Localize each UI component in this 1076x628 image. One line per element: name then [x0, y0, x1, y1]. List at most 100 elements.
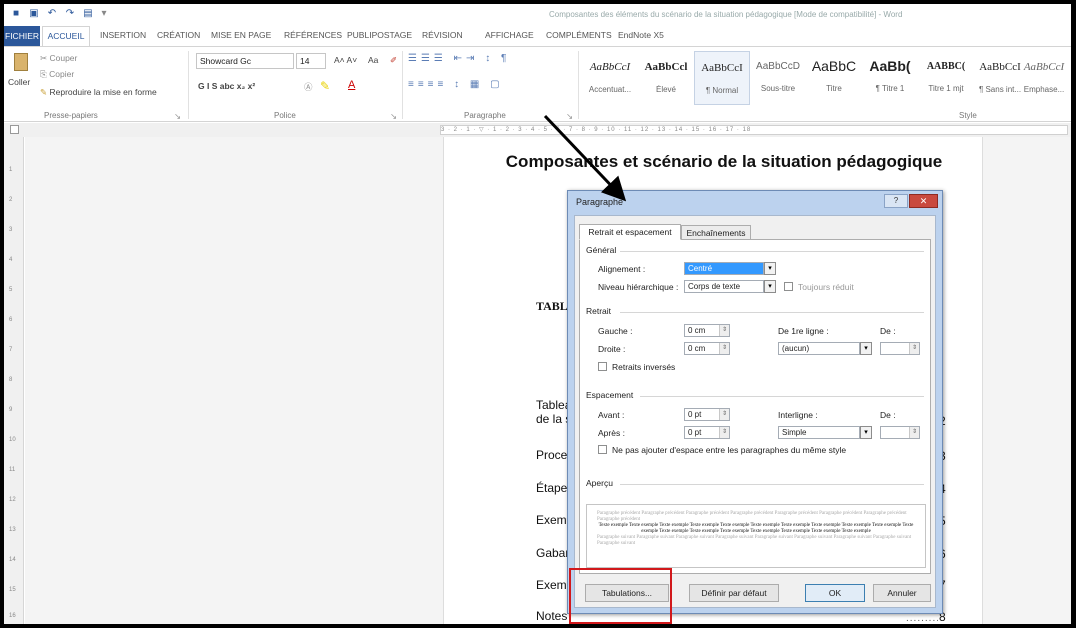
- style-sample: AaBbCcI: [589, 61, 631, 73]
- right-indent-field[interactable]: 0 cm ⇕: [684, 342, 730, 355]
- style-tile[interactable]: AABBC(Titre 1 mjt: [918, 51, 974, 105]
- tab-creation[interactable]: CRÉATION: [157, 30, 200, 40]
- toc-entry-text: Notes: [536, 609, 568, 623]
- chevron-down-icon[interactable]: ▾: [860, 426, 872, 439]
- alignment-value: Centré: [688, 264, 713, 273]
- set-default-button[interactable]: Définir par défaut: [689, 584, 779, 602]
- outline-level-select[interactable]: Corps de texte: [684, 280, 764, 293]
- group-label-styles: Style: [959, 111, 977, 120]
- help-button[interactable]: ?: [884, 194, 908, 208]
- spinner-icon[interactable]: ⇕: [909, 343, 919, 354]
- vruler-number: 16: [9, 613, 16, 619]
- horizontal-ruler[interactable]: 3 · 2 · 1 · ▽ · 1 · 2 · 3 · 4 · 5 · 6 · …: [4, 123, 1071, 137]
- font-size-field[interactable]: 14: [296, 53, 326, 69]
- space-before-field[interactable]: 0 pt ⇕: [684, 408, 730, 421]
- collapsed-checkbox[interactable]: [784, 282, 793, 291]
- line-spacing-at-field[interactable]: ⇕: [880, 426, 920, 439]
- document-heading: Composantes et scénario de la situation …: [505, 152, 943, 171]
- tab-publipostage[interactable]: PUBLIPOSTAGE: [347, 30, 412, 40]
- font-format-buttons[interactable]: G I S abc x₂ x²: [198, 81, 255, 91]
- text-effects-icon[interactable]: Ⓐ: [304, 81, 313, 93]
- style-tile[interactable]: AaBbCcI Accentuat...: [582, 51, 638, 105]
- word-logo-icon: ■: [12, 8, 20, 19]
- style-tile[interactable]: AaBbC Titre: [806, 51, 862, 105]
- paragraph-launcher-icon[interactable]: ↘: [566, 111, 573, 122]
- font-launcher-icon[interactable]: ↘: [390, 111, 397, 122]
- redo-icon[interactable]: ↷: [64, 8, 76, 20]
- chevron-down-icon[interactable]: ▾: [764, 262, 776, 275]
- section-espacement: Espacement: [586, 390, 634, 400]
- style-tile[interactable]: AaBbCcl Élevé: [638, 51, 694, 105]
- line-spacing-select[interactable]: Simple: [778, 426, 860, 439]
- tab-enchainements[interactable]: Enchaînements: [681, 225, 751, 240]
- spinner-icon[interactable]: ⇕: [719, 409, 729, 420]
- clear-format-icon[interactable]: ✐: [390, 55, 397, 66]
- font-name-field[interactable]: Showcard Gc: [196, 53, 294, 69]
- first-line-select[interactable]: (aucun): [778, 342, 860, 355]
- style-name: Emphase...: [1023, 85, 1065, 94]
- format-painter-button[interactable]: ✎ Reproduire la mise en forme: [40, 87, 157, 98]
- customize-qat-icon[interactable]: ▾: [98, 8, 110, 20]
- section-divider: [620, 251, 924, 252]
- vruler-number: 1: [9, 167, 13, 173]
- alignment-select[interactable]: Centré: [684, 262, 764, 275]
- dialog-body: Retrait et espacement Enchaînements Géné…: [574, 215, 936, 608]
- vruler-number: 4: [9, 257, 13, 263]
- cut-button[interactable]: ✂ Couper: [40, 53, 77, 64]
- undo-icon[interactable]: ↶: [46, 8, 58, 20]
- clipboard-launcher-icon[interactable]: ↘: [174, 111, 181, 122]
- group-separator: [578, 51, 579, 119]
- style-name: Titre: [826, 84, 842, 93]
- close-button[interactable]: ✕: [909, 194, 938, 208]
- section-divider: [620, 312, 924, 313]
- style-tile[interactable]: AaBbCcI Emphase...: [1018, 51, 1070, 105]
- highlight-icon[interactable]: ✎: [320, 79, 330, 93]
- save-icon[interactable]: ▣: [28, 8, 40, 20]
- tab-insertion[interactable]: INSERTION: [100, 30, 146, 40]
- toc-entry-text: Exem: [536, 513, 567, 527]
- paste-button[interactable]: Coller: [8, 51, 34, 103]
- indent-by-field[interactable]: ⇕: [880, 342, 920, 355]
- list-buttons[interactable]: ☰☰☰ ⇤⇥ ↕ ¶: [408, 53, 510, 64]
- chevron-down-icon[interactable]: ▾: [860, 342, 872, 355]
- change-case-button[interactable]: Aa: [368, 55, 378, 65]
- cancel-button[interactable]: Annuler: [873, 584, 931, 602]
- spinner-icon[interactable]: ⇕: [719, 343, 729, 354]
- left-indent-field[interactable]: 0 cm ⇕: [684, 324, 730, 337]
- tab-revision[interactable]: RÉVISION: [422, 30, 463, 40]
- tab-references[interactable]: RÉFÉRENCES: [284, 30, 342, 40]
- spinner-icon[interactable]: ⇕: [719, 325, 729, 336]
- alignment-label: Alignement :: [598, 264, 646, 274]
- tab-affichage[interactable]: AFFICHAGE: [485, 30, 534, 40]
- vruler-number: 8: [9, 377, 13, 383]
- spinner-icon[interactable]: ⇕: [909, 427, 919, 438]
- section-general: Général: [586, 245, 617, 255]
- vruler-number: 9: [9, 407, 13, 413]
- font-color-icon[interactable]: A: [348, 79, 355, 91]
- mirror-indents-checkbox[interactable]: [598, 362, 607, 371]
- tab-complements[interactable]: COMPLÉMENTS: [546, 30, 612, 40]
- grow-shrink-font-buttons[interactable]: A˄ A˅: [334, 55, 357, 65]
- section-divider: [620, 484, 924, 485]
- space-after-field[interactable]: 0 pt ⇕: [684, 426, 730, 439]
- dialog-window-controls: ? ✕: [884, 194, 938, 208]
- tab-selector-icon[interactable]: [10, 125, 19, 134]
- tab-endnote[interactable]: EndNote X5: [618, 30, 664, 40]
- tab-retrait-espacement[interactable]: Retrait et espacement: [579, 224, 681, 240]
- copy-button[interactable]: ⎘ Copier: [40, 69, 74, 80]
- vertical-ruler[interactable]: 1 2 3 4 5 6 7 8 9 10 11 12 13 14 15 16: [4, 137, 24, 624]
- tab-fichier[interactable]: FICHIER: [4, 26, 40, 46]
- style-tile-selected[interactable]: AaBbCcI ¶ Normal: [694, 51, 750, 105]
- ok-button[interactable]: OK: [805, 584, 865, 602]
- first-line-value: (aucun): [782, 344, 810, 353]
- spinner-icon[interactable]: ⇕: [719, 427, 729, 438]
- alignment-buttons[interactable]: ≡≡≡≡ ↕ ▦ ▢: [408, 79, 504, 90]
- print-preview-icon[interactable]: ▤: [82, 8, 94, 20]
- chevron-down-icon[interactable]: ▾: [764, 280, 776, 293]
- section-apercu: Aperçu: [586, 478, 613, 488]
- style-tile[interactable]: AaBb(¶ Titre 1: [862, 51, 918, 105]
- tab-accueil[interactable]: ACCUEIL: [42, 26, 90, 46]
- no-space-checkbox[interactable]: [598, 445, 607, 454]
- tab-mise-en-page[interactable]: MISE EN PAGE: [211, 30, 271, 40]
- style-tile[interactable]: AaBbCcD Sous-titre: [750, 51, 806, 105]
